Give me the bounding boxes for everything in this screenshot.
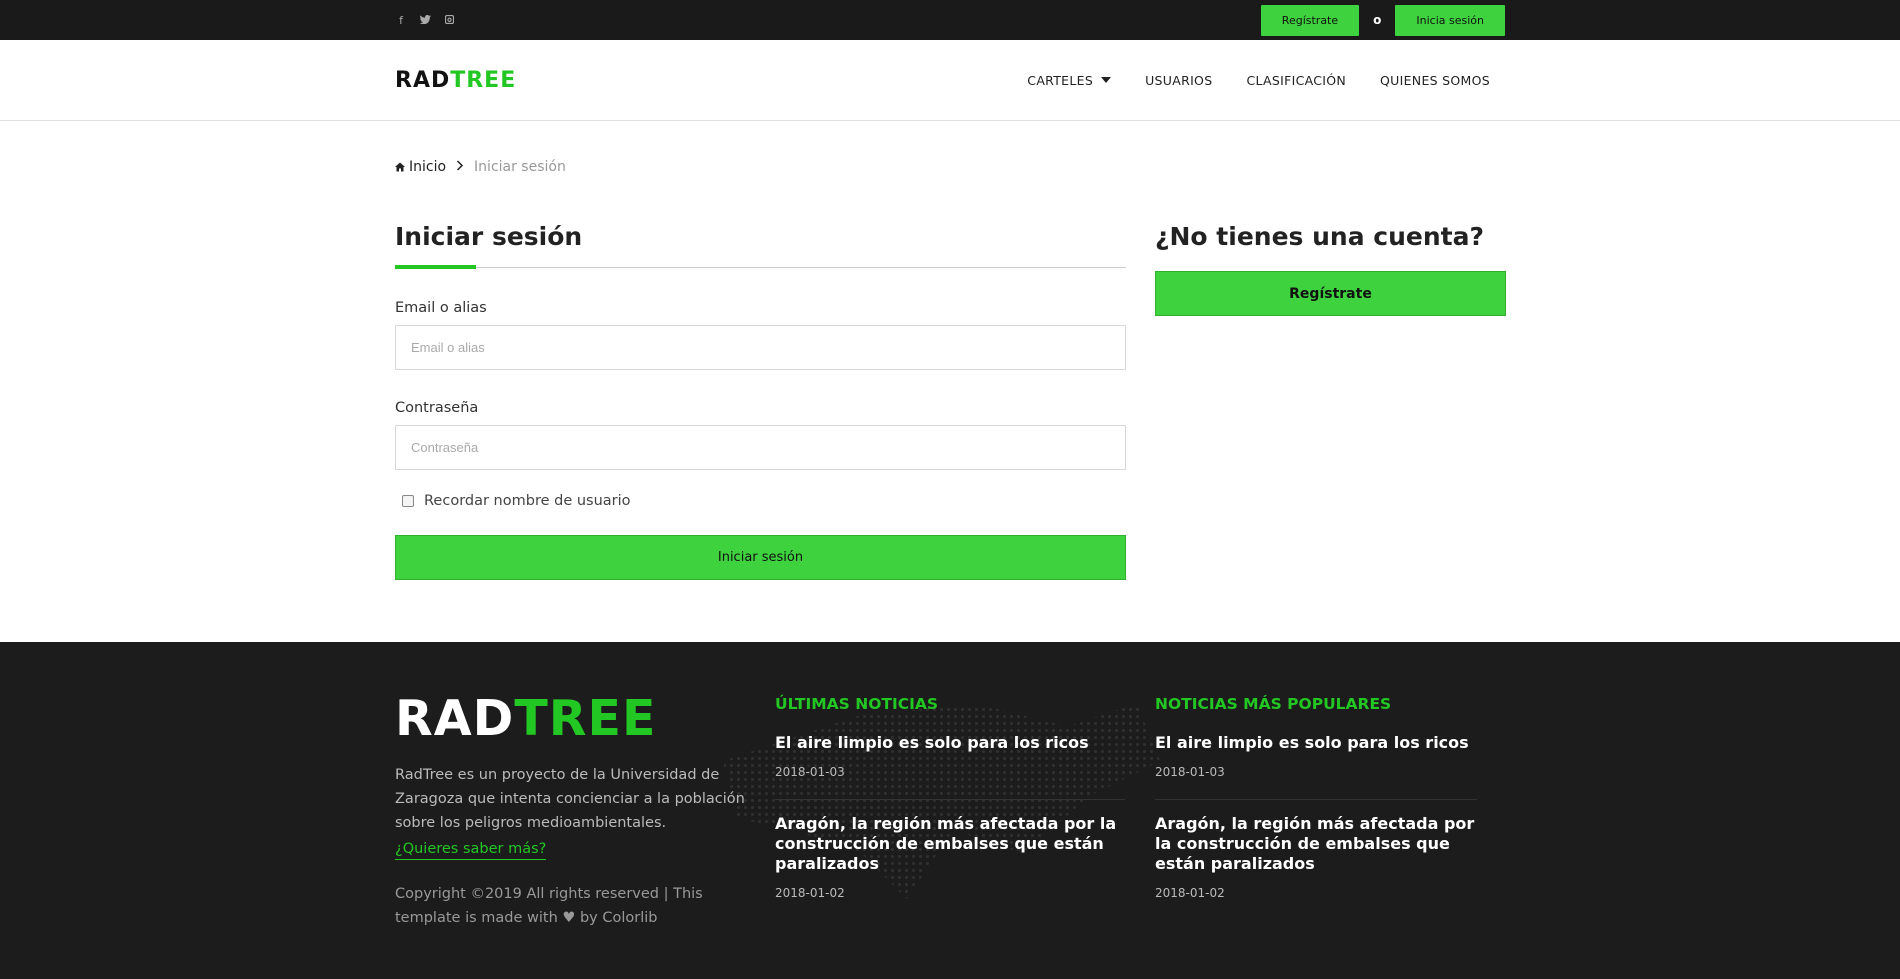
latest-news-heading: ÚLTIMAS NOTICIAS <box>775 695 939 713</box>
footer-copyright: Copyright ©2019 All rights reserved | Th… <box>395 886 703 926</box>
news-date: 2018-01-03 <box>1155 765 1225 779</box>
breadcrumb: Inicio Iniciar sesión <box>395 159 1505 175</box>
news-date: 2018-01-03 <box>775 765 845 779</box>
remember-label[interactable]: Recordar nombre de usuario <box>424 493 631 509</box>
footer-more-link[interactable]: ¿Quieres saber más? <box>395 841 547 860</box>
news-title[interactable]: Aragón, la región más afectada por la co… <box>1155 814 1477 874</box>
nav-usuarios[interactable]: USUARIOS <box>1145 73 1212 88</box>
login-section: Iniciar sesión Email o alias Email o ali… <box>395 222 1126 580</box>
main-nav: CARTELES USUARIOS CLASIFICACIÓN QUIENES … <box>1027 73 1490 88</box>
facebook-icon[interactable]: f <box>395 14 407 27</box>
remember-row: Recordar nombre de usuario <box>395 493 1126 509</box>
instagram-icon[interactable] <box>443 14 455 27</box>
logo-rad: RAD <box>395 67 451 93</box>
site-footer: RADTREE RadTree es un proyecto de la Uni… <box>0 642 1900 979</box>
news-title[interactable]: El aire limpio es solo para los ricos <box>1155 733 1477 753</box>
email-label: Email o alias <box>395 300 487 316</box>
breadcrumb-current: Iniciar sesión <box>474 159 566 175</box>
login-top-button[interactable]: Inicia sesión <box>1395 4 1505 36</box>
news-item[interactable]: El aire limpio es solo para los ricos 20… <box>775 713 1125 800</box>
site-header: RADTREE CARTELES USUARIOS CLASIFICACIÓN … <box>0 40 1900 121</box>
news-date: 2018-01-02 <box>1155 886 1225 900</box>
signup-section: ¿No tienes una cuenta? Regístrate <box>1155 222 1506 580</box>
home-icon <box>395 162 405 172</box>
nav-carteles[interactable]: CARTELES <box>1027 72 1112 88</box>
top-actions: Regístrate o Inicia sesión <box>1260 4 1505 36</box>
register-top-button[interactable]: Regístrate <box>1260 4 1360 36</box>
caret-down-icon <box>1101 77 1112 83</box>
topbar: f Regístrate o Inicia sesión <box>0 0 1900 40</box>
nav-quienes-somos[interactable]: QUIENES SOMOS <box>1380 73 1490 88</box>
password-field[interactable]: Contraseña <box>395 425 1126 470</box>
password-label: Contraseña <box>395 400 479 416</box>
nav-clasificacion[interactable]: CLASIFICACIÓN <box>1246 73 1346 88</box>
footer-description: RadTree es un proyecto de la Universidad… <box>395 767 745 831</box>
login-submit-button[interactable]: Iniciar sesión <box>395 535 1126 580</box>
footer-about: RADTREE RadTree es un proyecto de la Uni… <box>395 692 745 930</box>
remember-checkbox[interactable] <box>402 495 414 507</box>
twitter-icon[interactable] <box>419 14 431 27</box>
signup-title: ¿No tienes una cuenta? <box>1155 222 1484 251</box>
nav-carteles-label: CARTELES <box>1027 72 1094 88</box>
news-title[interactable]: Aragón, la región más afectada por la co… <box>775 814 1125 874</box>
email-field[interactable]: Email o alias <box>395 325 1126 370</box>
main-content: Iniciar sesión Email o alias Email o ali… <box>395 222 1506 580</box>
news-item[interactable]: Aragón, la región más afectada por la co… <box>775 800 1125 920</box>
social-links: f <box>395 14 455 27</box>
site-logo[interactable]: RADTREE <box>395 68 516 93</box>
news-item[interactable]: El aire limpio es solo para los ricos 20… <box>1155 713 1477 800</box>
chevron-right-icon <box>456 159 464 175</box>
breadcrumb-home[interactable]: Inicio <box>409 159 446 175</box>
footer-logo[interactable]: RADTREE <box>395 694 745 743</box>
logo-tree: TREE <box>450 67 517 93</box>
news-item[interactable]: Aragón, la región más afectada por la co… <box>1155 800 1477 920</box>
footer-logo-tree: TREE <box>514 690 657 747</box>
news-date: 2018-01-02 <box>775 886 845 900</box>
footer-latest-news: ÚLTIMAS NOTICIAS El aire limpio es solo … <box>775 692 1125 930</box>
login-title: Iniciar sesión <box>395 222 583 251</box>
footer-logo-rad: RAD <box>395 690 515 747</box>
title-underline <box>395 265 1126 269</box>
news-title[interactable]: El aire limpio es solo para los ricos <box>775 733 1125 753</box>
popular-news-heading: NOTICIAS MÁS POPULARES <box>1155 695 1392 713</box>
or-label: o <box>1373 13 1382 27</box>
signup-button[interactable]: Regístrate <box>1155 271 1506 316</box>
footer-popular-news: NOTICIAS MÁS POPULARES El aire limpio es… <box>1155 692 1477 930</box>
